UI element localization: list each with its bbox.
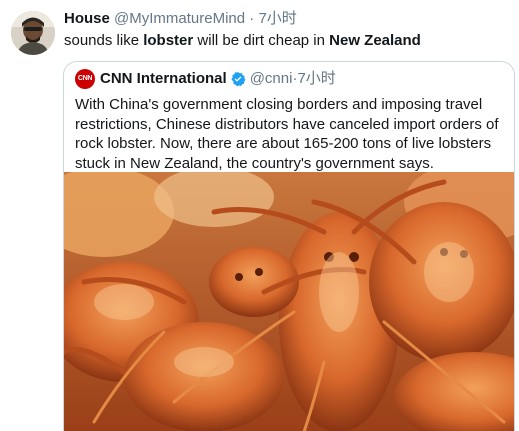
tweet-timestamp[interactable]: 7小时: [258, 10, 296, 27]
tweet-text-segment: sounds like: [64, 32, 144, 49]
tweet-text-bold-lobster: lobster: [143, 32, 194, 49]
tweet-header: House @MyImmatureMind · 7小时: [64, 9, 297, 29]
quoted-handle[interactable]: @cnni: [250, 69, 293, 89]
cnn-logo-text: CNN: [77, 75, 93, 82]
tweet-text-segment: will be dirt cheap in: [193, 32, 330, 49]
cnn-logo-avatar[interactable]: CNN: [75, 69, 95, 89]
verified-badge-icon: [231, 72, 246, 87]
quoted-display-name[interactable]: CNN International: [100, 69, 227, 89]
quoted-timestamp[interactable]: 7小时: [297, 69, 335, 89]
user-avatar[interactable]: [11, 11, 55, 55]
header-separator: ·: [249, 10, 255, 27]
author-display-name[interactable]: House: [64, 10, 110, 27]
tweet-text-bold-new-zealand: New Zealand: [329, 32, 421, 49]
author-handle[interactable]: @MyImmatureMind: [114, 10, 245, 27]
tweet-text: sounds like lobster will be dirt cheap i…: [64, 31, 421, 51]
quoted-tweet-header: CNN CNN International @cnni · 7小时: [75, 69, 336, 89]
quoted-tweet-card[interactable]: CNN CNN International @cnni · 7小时 With C…: [63, 61, 515, 431]
lobster-photo[interactable]: [64, 172, 514, 431]
